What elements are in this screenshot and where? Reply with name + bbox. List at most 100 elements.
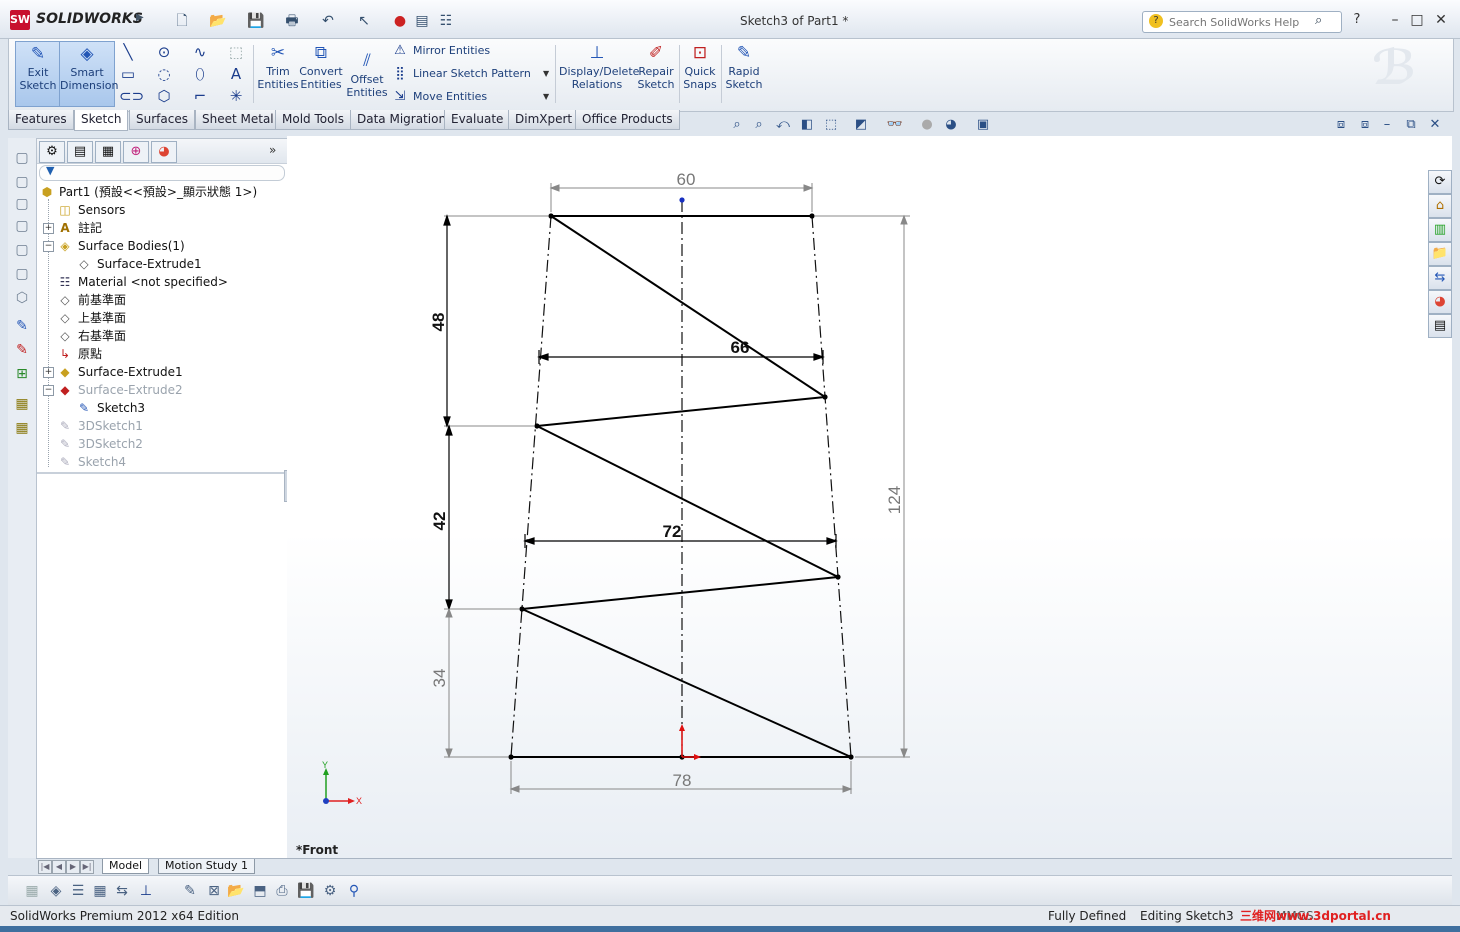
align-icon[interactable]: ⇆ bbox=[112, 881, 132, 901]
new-icon[interactable]: 🗋 bbox=[172, 12, 192, 30]
view-palette-icon[interactable]: ⇆ bbox=[1428, 266, 1452, 290]
sketch-point[interactable] bbox=[809, 213, 815, 219]
construction-line-left[interactable] bbox=[510, 215, 552, 758]
pattern-dropdown-icon[interactable]: ▼ bbox=[543, 69, 549, 78]
dimension-66-text[interactable]: 66 bbox=[731, 338, 750, 357]
propertymanager-tab-icon[interactable]: ▤ bbox=[67, 141, 93, 163]
smart-dimension-button[interactable]: ◈ Smart Dimension bbox=[59, 41, 118, 107]
dimxpertmanager-tab-icon[interactable]: ⊕ bbox=[123, 141, 149, 163]
polygon-icon[interactable]: ⬡ bbox=[155, 87, 173, 105]
sketch-point[interactable] bbox=[848, 754, 854, 760]
view-front-icon[interactable]: ▢ bbox=[12, 148, 32, 168]
view-settings-icon[interactable]: ▣ bbox=[972, 116, 994, 134]
move-entities-button[interactable]: ⇲ Move Entities bbox=[391, 88, 488, 106]
tab-model[interactable]: Model bbox=[102, 859, 150, 874]
sketch-canvas[interactable]: 60 66 72 78 48 42 34 124 Y X bbox=[287, 136, 1452, 858]
file-explorer-icon[interactable]: 📁 bbox=[1428, 242, 1452, 266]
minimize-button[interactable]: – bbox=[1384, 10, 1406, 30]
sketch-point[interactable] bbox=[508, 754, 514, 760]
construction-line-right[interactable] bbox=[811, 215, 852, 758]
dimension-42[interactable] bbox=[444, 424, 519, 611]
previous-tab-icon[interactable]: ◀ bbox=[52, 860, 66, 874]
sketch-point[interactable] bbox=[822, 394, 828, 400]
sketch-point[interactable] bbox=[519, 606, 525, 612]
tab-surfaces[interactable]: Surfaces bbox=[129, 110, 195, 130]
rectangle-icon[interactable]: ▭ bbox=[119, 65, 137, 83]
sketch-point[interactable] bbox=[835, 574, 841, 580]
menu-arrow-icon[interactable]: ▶ bbox=[136, 12, 144, 23]
move-dropdown-icon[interactable]: ▼ bbox=[543, 92, 549, 101]
section-view-icon[interactable]: ◧ bbox=[796, 116, 818, 134]
folder-tool-icon[interactable]: 📂 bbox=[226, 881, 246, 901]
view-orientation-icon[interactable]: ⬚ bbox=[820, 116, 842, 134]
layer-icon[interactable]: ▦ bbox=[12, 394, 32, 414]
sketch-zigzag[interactable] bbox=[511, 215, 852, 758]
viewport-icon[interactable]: ⧈ bbox=[1354, 116, 1376, 134]
line-icon[interactable]: ╲ bbox=[119, 43, 137, 61]
smart-dimension-icon[interactable]: ✎ bbox=[12, 340, 32, 360]
help-search[interactable]: ? ⌕ bbox=[1142, 11, 1342, 33]
view-iso-icon[interactable]: ⬡ bbox=[12, 288, 32, 308]
dimension-34[interactable] bbox=[444, 607, 508, 759]
sketch-line[interactable] bbox=[550, 215, 826, 398]
configurationmanager-tab-icon[interactable]: ▦ bbox=[95, 141, 121, 163]
select-icon[interactable]: ↖ bbox=[354, 12, 374, 30]
ellipse-icon[interactable]: ⬯ bbox=[191, 65, 209, 83]
save-icon[interactable]: 💾 bbox=[246, 12, 266, 30]
home-icon[interactable]: ⌂ bbox=[1428, 194, 1452, 218]
featuremanager-tab-icon[interactable]: ⚙ bbox=[39, 141, 65, 163]
custom-properties-icon[interactable]: ▤ bbox=[1428, 314, 1452, 338]
rebuild-icon[interactable]: ● bbox=[390, 12, 410, 30]
tab-sheet-metal[interactable]: Sheet Metal bbox=[195, 110, 281, 130]
design-library-icon[interactable]: ▥ bbox=[1428, 218, 1452, 242]
quick-snaps-button[interactable]: ⊡ Quick Snaps bbox=[681, 41, 719, 105]
tree-filter[interactable]: ▼ bbox=[39, 164, 285, 181]
print-icon[interactable]: 🖶 bbox=[282, 12, 302, 30]
options-icon[interactable]: ☷ bbox=[436, 12, 456, 30]
slot-icon[interactable]: ⊂⊃ bbox=[119, 87, 144, 105]
sketch-line[interactable] bbox=[536, 425, 839, 578]
linear-sketch-pattern-button[interactable]: ⣿ Linear Sketch Pattern bbox=[391, 65, 531, 83]
tab-data-migration[interactable]: Data Migration bbox=[350, 110, 454, 130]
view-tool-icon[interactable]: ⚲ bbox=[344, 881, 364, 901]
sketch-tool-icon[interactable]: ✎ bbox=[180, 881, 200, 901]
arc-icon[interactable]: ◌ bbox=[155, 65, 173, 83]
solidworks-logo[interactable]: SW SOLIDWORKS bbox=[6, 8, 143, 32]
doc-close-icon[interactable]: ✕ bbox=[1424, 116, 1446, 134]
settings-tool-icon[interactable]: ⚙ bbox=[320, 881, 340, 901]
layer-icon[interactable]: ▦ bbox=[12, 418, 32, 438]
text-icon[interactable]: A bbox=[227, 65, 245, 83]
add-relation-icon[interactable]: ⊞ bbox=[12, 364, 32, 384]
dimension-60-text[interactable]: 60 bbox=[677, 170, 696, 189]
expand-panel-icon[interactable]: » bbox=[269, 143, 276, 157]
view-right-icon[interactable]: ▢ bbox=[12, 216, 32, 236]
expand-icon[interactable]: + bbox=[43, 367, 54, 378]
view-left-icon[interactable]: ▢ bbox=[12, 194, 32, 214]
tab-motion-study[interactable]: Motion Study 1 bbox=[158, 859, 256, 874]
grid-icon[interactable]: ▦ bbox=[90, 881, 110, 901]
convert-entities-button[interactable]: ⧉ Convert Entities bbox=[299, 41, 343, 105]
centerline-endpoint[interactable] bbox=[679, 197, 685, 203]
help-menu-icon[interactable]: ? bbox=[1346, 10, 1368, 30]
tab-sketch[interactable]: Sketch bbox=[74, 110, 129, 131]
sketch-line[interactable] bbox=[521, 576, 839, 610]
displaymanager-tab-icon[interactable]: ◕ bbox=[151, 141, 177, 163]
list-icon[interactable]: ☰ bbox=[68, 881, 88, 901]
open-icon[interactable]: 📂 bbox=[208, 12, 228, 30]
show-layers-icon[interactable]: ◈ bbox=[46, 881, 66, 901]
doc-restore-icon[interactable]: ⧉ bbox=[1400, 116, 1422, 134]
graphics-area[interactable]: 60 66 72 78 48 42 34 124 Y X bbox=[287, 136, 1452, 858]
zoom-to-area-icon[interactable]: ⌕ bbox=[748, 116, 770, 134]
tab-dimxpert[interactable]: DimXpert bbox=[508, 110, 580, 130]
view-top-icon[interactable]: ▢ bbox=[12, 240, 32, 260]
first-tab-icon[interactable]: |◀ bbox=[38, 860, 52, 874]
search-icon[interactable]: ⌕ bbox=[1315, 13, 1322, 28]
collapse-icon[interactable]: − bbox=[43, 385, 54, 396]
apply-scene-icon[interactable]: ◕ bbox=[940, 116, 962, 134]
last-tab-icon[interactable]: ▶| bbox=[80, 860, 94, 874]
dimension-48-text[interactable]: 48 bbox=[429, 313, 448, 332]
dimension-48[interactable] bbox=[443, 214, 548, 428]
file-properties-icon[interactable]: ▤ bbox=[412, 12, 432, 30]
view-bottom-icon[interactable]: ▢ bbox=[12, 264, 32, 284]
panel-divider[interactable] bbox=[37, 472, 287, 474]
